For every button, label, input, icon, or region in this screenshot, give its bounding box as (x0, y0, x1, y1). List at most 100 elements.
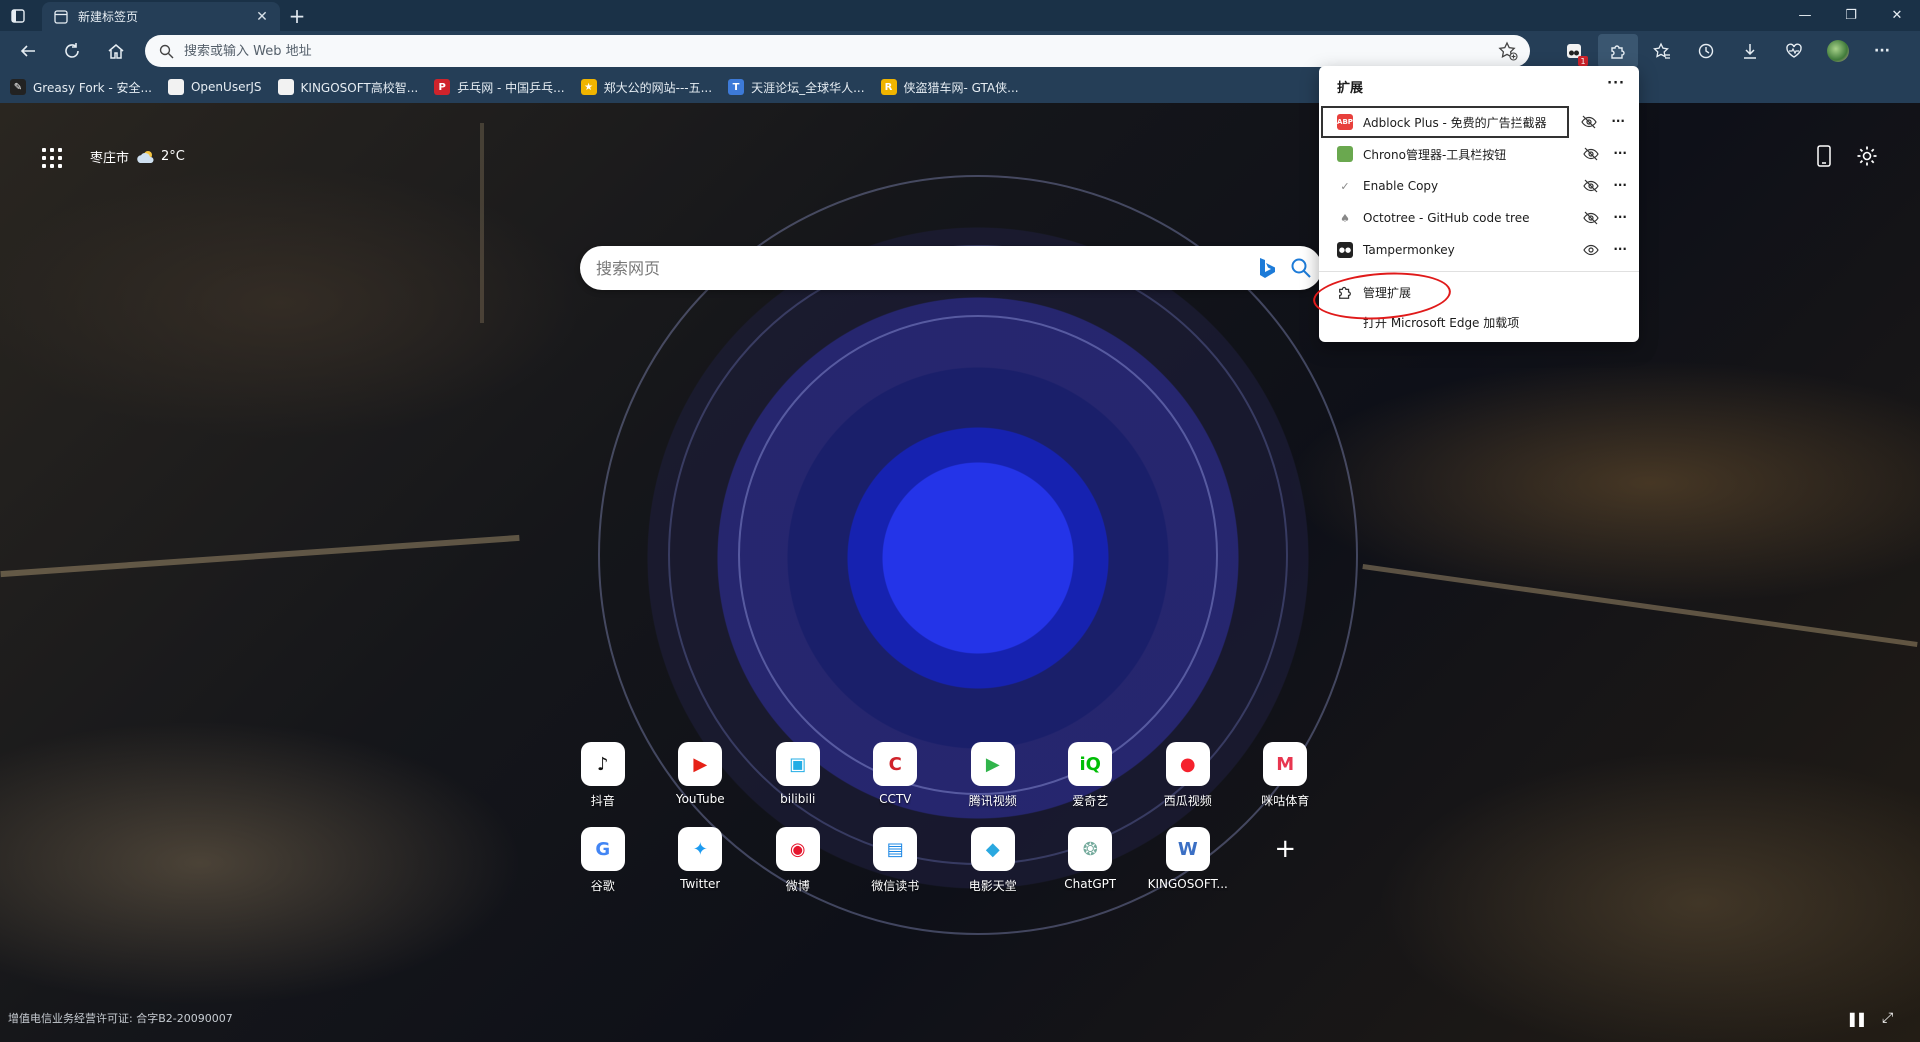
restore-button[interactable]: ❐ (1828, 0, 1874, 31)
search-icon[interactable] (1290, 257, 1312, 279)
manage-extensions-button[interactable]: 管理扩展 (1319, 277, 1639, 307)
extension-more-button[interactable]: ··· (1613, 210, 1627, 224)
tampermonkey-toolbar-button[interactable]: 1 (1552, 31, 1596, 71)
browser-essentials-button[interactable] (1772, 31, 1816, 71)
favorite-link[interactable]: ✎ Greasy Fork - 安全... (10, 79, 152, 96)
extensions-popup: 扩展 ··· ABP Adblock Plus - 免费的广告拦截器 ··· Chro… (1319, 66, 1639, 342)
download-icon (1744, 44, 1756, 59)
favorites-star-icon (1653, 42, 1670, 59)
favorite-label: 侠盗猎车网- GTA侠... (903, 80, 1019, 95)
weather-widget[interactable]: 枣庄市 2°C (90, 147, 185, 166)
weather-temperature: 2°C (161, 149, 185, 164)
site-logo-icon: C (873, 742, 918, 786)
profile-button[interactable] (1816, 31, 1860, 71)
add-quick-link-button[interactable]: + (1237, 827, 1335, 894)
close-button[interactable]: ✕ (1874, 0, 1920, 31)
pause-background-icon[interactable]: ▌▌ (1850, 1013, 1868, 1027)
expand-icon[interactable]: ⤢ (1882, 1010, 1893, 1026)
quick-link-tile[interactable]: iQ 爱奇艺 (1042, 742, 1140, 809)
extension-more-button[interactable]: ··· (1613, 146, 1627, 160)
quick-link-tile[interactable]: ▣ bilibili (749, 742, 847, 809)
cloudy-weather-icon (137, 150, 154, 163)
eye-icon[interactable] (1583, 242, 1599, 258)
home-button[interactable] (94, 31, 138, 71)
extension-item[interactable]: ♠ Octotree - GitHub code tree ··· (1319, 202, 1639, 234)
tab-new-tab[interactable]: 新建标签页 ✕ (42, 2, 280, 31)
favorite-link[interactable]: P 乒乓网 - 中国乒乓... (434, 79, 565, 96)
quick-link-tile[interactable]: ▤ 微信读书 (847, 827, 945, 894)
quick-link-tile[interactable]: ▶ YouTube (652, 742, 750, 809)
quick-link-label: 微信读书 (871, 879, 920, 893)
favorite-link[interactable]: OpenUserJS (167, 79, 262, 95)
favorites-button[interactable] (1640, 31, 1684, 71)
quick-link-tile[interactable]: W KINGOSOFT... (1139, 827, 1237, 894)
refresh-icon (65, 43, 79, 58)
quick-link-tile[interactable]: ◉ 微博 (749, 827, 847, 894)
favorite-link[interactable]: T 天涯论坛_全球华人... (728, 79, 865, 96)
quick-link-tile[interactable]: M 咪咕体育 (1237, 742, 1335, 809)
favorite-label: KINGOSOFT高校智... (300, 80, 419, 95)
back-button[interactable] (6, 31, 50, 71)
extension-item[interactable]: ✓ Enable Copy ··· (1319, 170, 1639, 202)
web-search-input[interactable] (596, 258, 1236, 278)
extension-icon: ABP (1337, 114, 1353, 130)
extension-name: Enable Copy (1363, 179, 1439, 193)
extension-item[interactable]: ABP Adblock Plus - 免费的广告拦截器 ··· (1321, 106, 1625, 138)
extensions-more-button[interactable]: ··· (1607, 76, 1625, 91)
quick-link-tile[interactable]: G 谷歌 (554, 827, 652, 894)
extension-more-button[interactable]: ··· (1613, 178, 1627, 192)
window-controls: — ❐ ✕ (1782, 0, 1920, 31)
mobile-phone-icon[interactable] (1816, 145, 1832, 167)
add-favorite-star-icon[interactable] (1498, 41, 1518, 61)
site-logo-icon: ▶ (970, 742, 1015, 786)
site-logo-icon: ♪ (580, 742, 625, 786)
downloads-button[interactable] (1728, 31, 1772, 71)
quick-link-tile[interactable]: ▶ 腾讯视频 (944, 742, 1042, 809)
favorite-label: OpenUserJS (190, 80, 262, 94)
bing-logo-icon[interactable] (1258, 257, 1276, 279)
site-logo-icon: iQ (1068, 742, 1113, 786)
avatar (1827, 40, 1849, 62)
quick-link-tile[interactable]: ♪ 抖音 (554, 742, 652, 809)
extension-more-button[interactable]: ··· (1611, 114, 1625, 128)
favorite-link[interactable]: R 侠盗猎车网- GTA侠... (880, 79, 1019, 96)
quick-link-label: CCTV (879, 792, 912, 806)
quick-link-tile[interactable]: ❂ ChatGPT (1042, 827, 1140, 894)
eye-hidden-icon[interactable] (1583, 146, 1599, 162)
favorite-link[interactable]: ★ 郑大公的网站---五... (580, 79, 712, 96)
eye-hidden-icon[interactable] (1583, 210, 1599, 226)
quick-link-label: YouTube (675, 792, 725, 806)
new-tab-page-icon (54, 9, 68, 24)
extension-item[interactable]: Chrono管理器-工具栏按钮 ··· (1319, 138, 1639, 170)
tab-actions-button[interactable] (0, 0, 36, 31)
extension-name: Tampermonkey (1363, 243, 1455, 257)
favorite-site-icon (167, 79, 184, 95)
eye-hidden-icon[interactable] (1581, 114, 1597, 130)
apps-launcher-button[interactable] (42, 148, 62, 168)
manage-extensions-label: 管理扩展 (1363, 285, 1412, 300)
settings-more-button[interactable]: ··· (1860, 31, 1904, 71)
tab-close-icon[interactable]: ✕ (252, 7, 272, 27)
new-tab-button[interactable]: + (280, 0, 314, 31)
history-button[interactable] (1684, 31, 1728, 71)
extensions-popup-header: 扩展 ··· (1319, 66, 1639, 106)
favorite-link[interactable]: KINGOSOFT高校智... (277, 79, 419, 96)
license-footer-text: 增值电信业务经营许可证: 合字B2-20090007 (8, 1012, 233, 1025)
extension-name: Octotree - GitHub code tree (1363, 211, 1530, 225)
refresh-button[interactable] (50, 31, 94, 71)
extensions-button[interactable] (1598, 34, 1638, 68)
plus-icon: + (1274, 834, 1297, 864)
address-input[interactable] (184, 43, 1464, 59)
quick-link-tile[interactable]: ✦ Twitter (652, 827, 750, 894)
web-search-box (580, 246, 1322, 290)
gear-icon[interactable] (1856, 145, 1878, 167)
open-edge-addons-link[interactable]: 打开 Microsoft Edge 加载项 (1319, 307, 1639, 337)
quick-link-tile[interactable]: C CCTV (847, 742, 945, 809)
extension-more-button[interactable]: ··· (1613, 242, 1627, 256)
eye-hidden-icon[interactable] (1583, 178, 1599, 194)
quick-link-tile[interactable]: ● 西瓜视频 (1139, 742, 1237, 809)
site-logo-icon: W (1165, 827, 1210, 871)
quick-link-tile[interactable]: ◆ 电影天堂 (944, 827, 1042, 894)
minimize-button[interactable]: — (1782, 0, 1828, 31)
extension-item[interactable]: ●● Tampermonkey ··· (1319, 234, 1639, 266)
